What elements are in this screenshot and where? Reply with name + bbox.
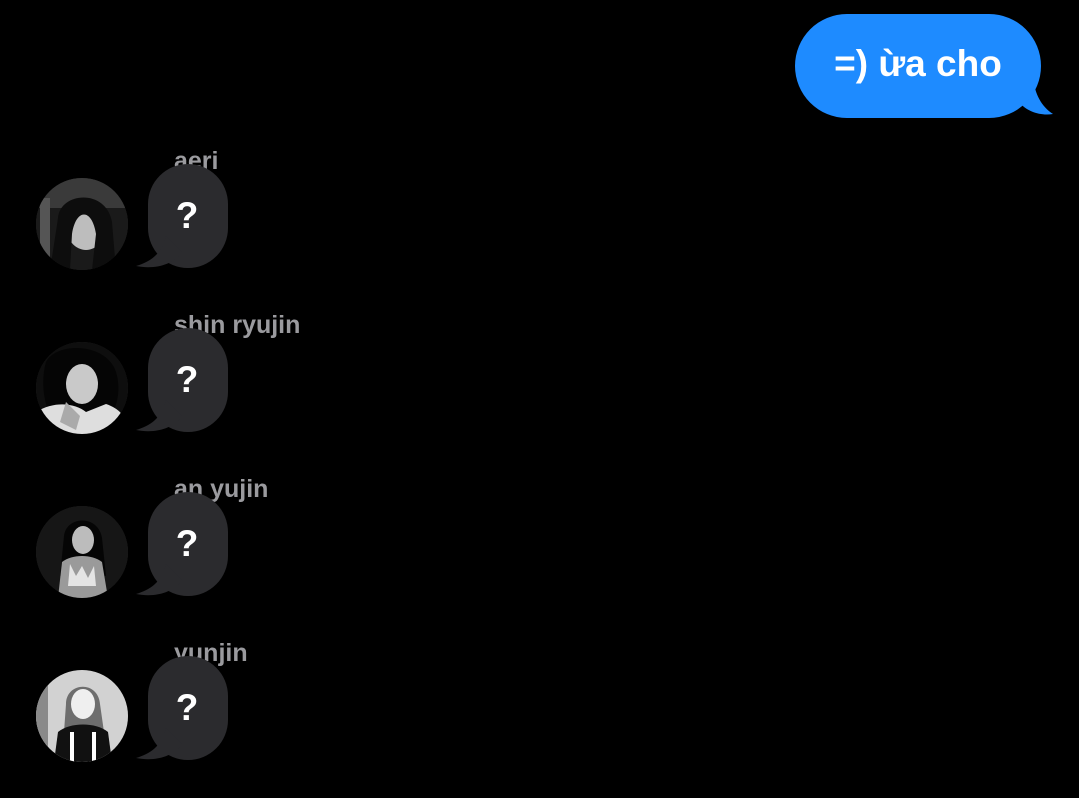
chat-thread: =) ừa cho aeri ? shin ryujin ? an yujin …	[0, 0, 1079, 789]
message-text: ?	[175, 687, 199, 728]
incoming-bubble[interactable]: ?	[136, 656, 232, 762]
incoming-bubble[interactable]: ?	[136, 492, 232, 598]
incoming-bubble[interactable]: ?	[136, 328, 232, 434]
avatar[interactable]	[36, 342, 128, 434]
message-row: yunjin ?	[0, 638, 600, 798]
message-row: shin ryujin ?	[0, 310, 600, 470]
message-row: an yujin ?	[0, 474, 600, 634]
message-text: ?	[175, 359, 199, 400]
message-text: ?	[175, 195, 199, 236]
message-row: aeri ?	[0, 146, 600, 306]
outgoing-text: =) ừa cho	[834, 43, 1002, 84]
avatar[interactable]	[36, 506, 128, 598]
message-text: ?	[175, 523, 199, 564]
outgoing-bubble: =) ừa cho	[795, 14, 1041, 118]
outgoing-message[interactable]: =) ừa cho	[795, 14, 1053, 118]
avatar[interactable]	[36, 178, 128, 270]
avatar[interactable]	[36, 670, 128, 762]
incoming-bubble[interactable]: ?	[136, 164, 232, 270]
